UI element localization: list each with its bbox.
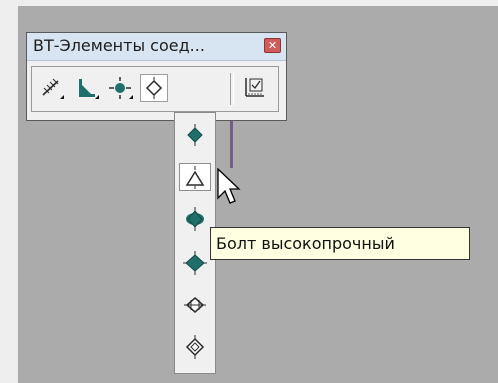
point-node-icon [109,77,133,99]
title-bar[interactable]: ВТ-Элементы соед... ✕ [27,33,286,61]
weld-line-button[interactable] [38,74,66,102]
toolbar-window: ВТ-Элементы соед... ✕ [26,32,287,121]
mouse-cursor-icon [217,168,241,204]
angle-weld-icon [79,79,99,99]
close-icon[interactable]: ✕ [264,38,281,53]
bolt-triangle-icon [185,166,205,189]
bolt-open-diamond-tall-icon [185,335,205,359]
menu-item-bolt-open-diamond-tall[interactable] [179,333,211,361]
menu-item-bolt-filled-diamond-wide[interactable] [179,249,211,277]
toolbar [31,66,279,112]
toolbar-separator [230,73,234,105]
weld-line-icon [42,78,64,99]
bolt-filled-circle-diamond-icon [186,207,204,231]
bolt-filled-diamond-wide-icon [183,251,207,275]
table-button[interactable] [240,74,268,102]
table-icon [245,78,264,97]
menu-item-bolt-filled-circle-diamond[interactable] [179,205,211,233]
menu-item-bolt-open-diamond[interactable] [179,291,211,319]
window-title: ВТ-Элементы соед... [33,36,205,55]
tooltip: Болт высокопрочный [210,227,470,260]
angle-weld-button[interactable] [72,74,100,102]
point-node-button[interactable] [106,74,134,102]
bolt-diamond-button[interactable] [140,74,168,102]
bolt-diamond-icon [145,77,163,99]
bolt-open-diamond-icon [184,297,206,313]
menu-item-bolt-triangle[interactable] [179,163,211,191]
bolt-filled-diamond-icon [187,124,203,146]
menu-item-bolt-filled-diamond[interactable] [179,121,211,149]
